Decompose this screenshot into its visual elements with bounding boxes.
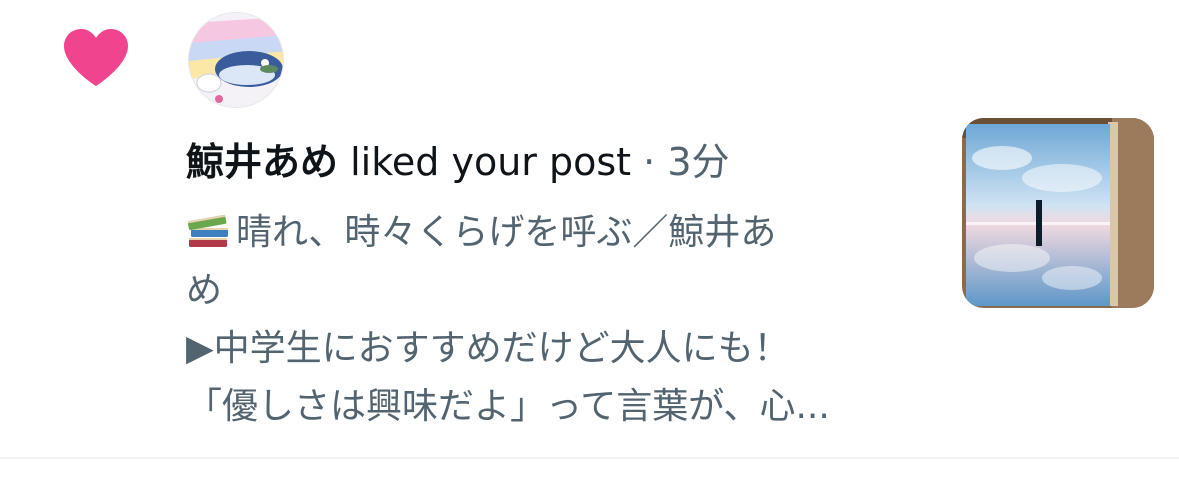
- separator: ·: [643, 140, 656, 184]
- notification-text: 鯨井あめ liked your post · 3分 晴れ、時々くらげを呼ぶ／鯨井…: [186, 138, 916, 436]
- post-text-line-4: 「優しさは興味だよ」って言葉が、心...: [186, 386, 830, 427]
- post-thumbnail[interactable]: [962, 118, 1154, 308]
- heart-icon: [64, 29, 128, 86]
- username-link[interactable]: 鯨井あめ: [186, 140, 338, 184]
- divider: [0, 457, 1179, 459]
- book-cover-image: [962, 118, 1154, 308]
- post-line-1: 晴れ、時々くらげを呼ぶ／鯨井あ: [186, 204, 916, 262]
- avatar[interactable]: [188, 12, 284, 108]
- post-text-line-1: 晴れ、時々くらげを呼ぶ／鯨井あ: [236, 212, 777, 253]
- books-icon: [187, 214, 228, 247]
- post-text-line-2: め: [186, 270, 223, 311]
- action-text: liked your post: [350, 140, 632, 184]
- headline: 鯨井あめ liked your post · 3分: [186, 138, 916, 186]
- avatar-illustration: [189, 13, 283, 107]
- notification-item[interactable]: 鯨井あめ liked your post · 3分 晴れ、時々くらげを呼ぶ／鯨井…: [0, 0, 1179, 458]
- post-text-line-3: ▶中学生におすすめだけど大人にも！: [186, 328, 790, 369]
- timestamp[interactable]: 3分: [667, 140, 729, 184]
- post-preview[interactable]: 晴れ、時々くらげを呼ぶ／鯨井あ め ▶中学生におすすめだけど大人にも！ 「優しさ…: [186, 204, 916, 436]
